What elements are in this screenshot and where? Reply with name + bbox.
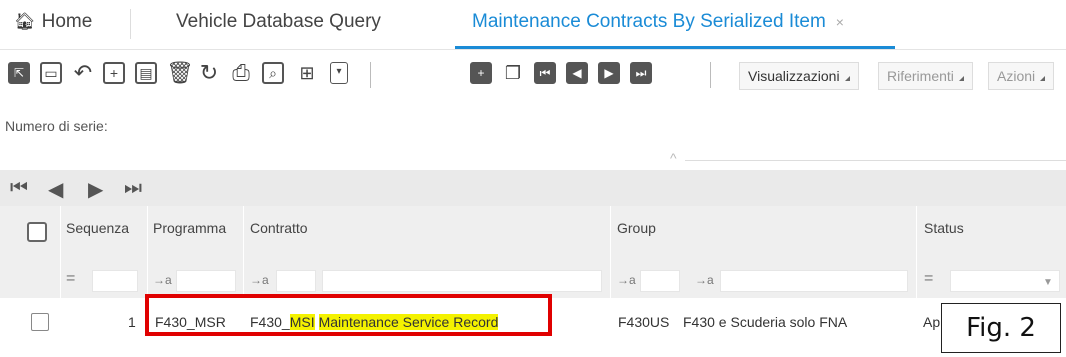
visualizzazioni-label: Visualizzazioni — [748, 68, 840, 84]
caret-icon — [844, 76, 850, 81]
contratto-desc-filter-input[interactable] — [322, 270, 602, 292]
excel-export-icon[interactable]: ⊞ — [296, 62, 318, 84]
add-icon[interactable]: + — [103, 62, 125, 84]
export-icon[interactable]: ⇱ — [8, 62, 30, 84]
chevron-down-icon[interactable]: ▼ — [1043, 277, 1053, 288]
chevron-down-icon[interactable]: ▾ — [330, 62, 348, 84]
caret-icon — [1040, 76, 1046, 81]
contains-filter-icon[interactable]: →a — [250, 273, 269, 287]
equals-filter-icon[interactable]: = — [66, 270, 75, 288]
tab-maintenance-label: Maintenance Contracts By Serialized Item — [472, 11, 826, 32]
tab-home-label: Home — [41, 11, 93, 32]
column-divider — [916, 206, 917, 298]
header-group[interactable]: Group — [617, 220, 656, 236]
tab-maintenance-contracts[interactable]: Maintenance Contracts By Serialized Item… — [472, 0, 844, 46]
azioni-label: Azioni — [997, 68, 1036, 84]
column-divider — [147, 206, 148, 298]
toolbar-separator — [710, 62, 711, 88]
column-divider — [243, 206, 244, 298]
grid-navigation-bar: ⏮ ◀ ▶ ⏭ — [0, 170, 1066, 206]
tab-bar-divider — [0, 49, 1066, 50]
azioni-menu[interactable]: Azioni — [988, 62, 1055, 90]
print-icon[interactable]: ⎙ — [230, 62, 252, 84]
header-status[interactable]: Status — [924, 220, 964, 236]
equals-filter-icon[interactable]: = — [924, 270, 933, 288]
contains-filter-icon[interactable]: →a — [153, 273, 172, 287]
row-checkbox[interactable] — [31, 313, 49, 331]
contains-filter-icon[interactable]: →a — [617, 273, 636, 287]
select-all-checkbox[interactable] — [27, 222, 47, 242]
duplicate-icon[interactable]: ❐ — [502, 62, 524, 84]
save-icon[interactable]: ▭ — [40, 62, 62, 84]
column-divider — [610, 206, 611, 298]
visualizzazioni-menu[interactable]: Visualizzazioni — [739, 62, 859, 90]
tab-vehicle-label: Vehicle Database Query — [176, 11, 381, 32]
cell-status: Ap — [923, 314, 941, 330]
copy-icon[interactable]: ▤ — [135, 62, 157, 84]
new-record-icon[interactable]: + — [470, 62, 492, 84]
cell-group-description: F430 e Scuderia solo FNA — [683, 314, 848, 330]
tab-separator — [130, 9, 131, 39]
group-filter-input[interactable] — [640, 270, 680, 292]
header-contratto[interactable]: Contratto — [250, 220, 308, 236]
search-icon[interactable]: ⌕ — [262, 62, 284, 84]
divider — [685, 160, 1066, 161]
close-icon[interactable]: × — [836, 14, 844, 30]
toolbar-separator — [370, 62, 371, 88]
riferimenti-menu[interactable]: Riferimenti — [878, 62, 973, 90]
undo-icon[interactable]: ↶ — [72, 62, 94, 84]
cell-group: F430US — [618, 314, 670, 330]
refresh-icon[interactable]: ↻ — [198, 62, 220, 84]
last-record-icon[interactable]: ⏭ — [630, 62, 652, 84]
tab-bar: 🏠︎ Home Vehicle Database Query Maintenanc… — [0, 0, 1066, 50]
cell-sequenza: 1 — [128, 314, 136, 330]
tab-vehicle-database-query[interactable]: Vehicle Database Query — [176, 0, 381, 46]
column-divider — [60, 206, 61, 298]
annotation-highlight-box — [145, 294, 552, 336]
tab-home[interactable]: 🏠︎ Home — [14, 0, 92, 46]
serial-number-label: Numero di serie: — [5, 118, 108, 134]
collapse-icon[interactable]: ^ — [670, 150, 677, 166]
next-record-icon[interactable]: ▶ — [598, 62, 620, 84]
contains-filter-icon[interactable]: →a — [695, 273, 714, 287]
previous-record-icon[interactable]: ◀ — [566, 62, 588, 84]
toolbar: ⇱ ▭ ↶ + ▤ 🗑︎ ↻ ⎙ ⌕ ⊞ ▾ + ❐ ⏮ ◀ ▶ ⏭ Visua… — [0, 52, 1066, 98]
first-page-icon[interactable]: ⏮ — [10, 177, 28, 200]
first-record-icon[interactable]: ⏮ — [534, 62, 556, 84]
programma-filter-input[interactable] — [176, 270, 236, 292]
figure-label: Fig. 2 — [941, 303, 1061, 353]
sequenza-filter-input[interactable] — [92, 270, 138, 292]
header-sequenza[interactable]: Sequenza — [66, 220, 129, 236]
header-programma[interactable]: Programma — [153, 220, 226, 236]
delete-icon[interactable]: 🗑︎ — [166, 62, 194, 84]
caret-icon — [958, 76, 964, 81]
contratto-filter-input[interactable] — [276, 270, 316, 292]
riferimenti-label: Riferimenti — [887, 68, 954, 84]
last-page-icon[interactable]: ⏭ — [124, 177, 142, 200]
home-icon: 🏠︎ — [14, 12, 36, 31]
group-desc-filter-input[interactable] — [720, 270, 908, 292]
next-page-icon[interactable]: ▶ — [88, 177, 103, 202]
previous-page-icon[interactable]: ◀ — [48, 177, 63, 202]
